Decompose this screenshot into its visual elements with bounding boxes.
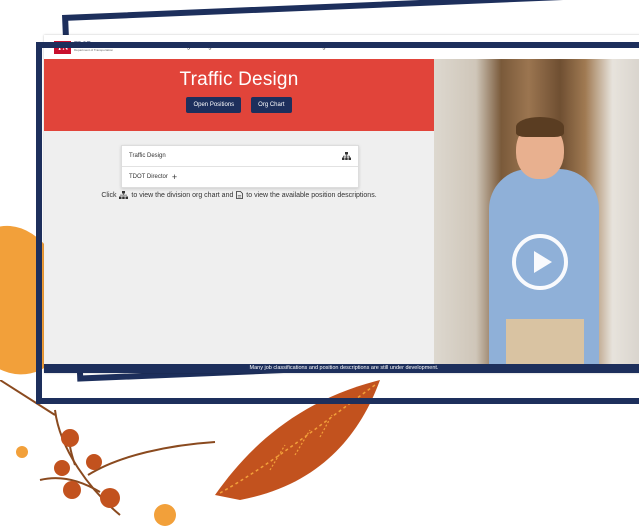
decorative-frame-front: [36, 42, 639, 404]
